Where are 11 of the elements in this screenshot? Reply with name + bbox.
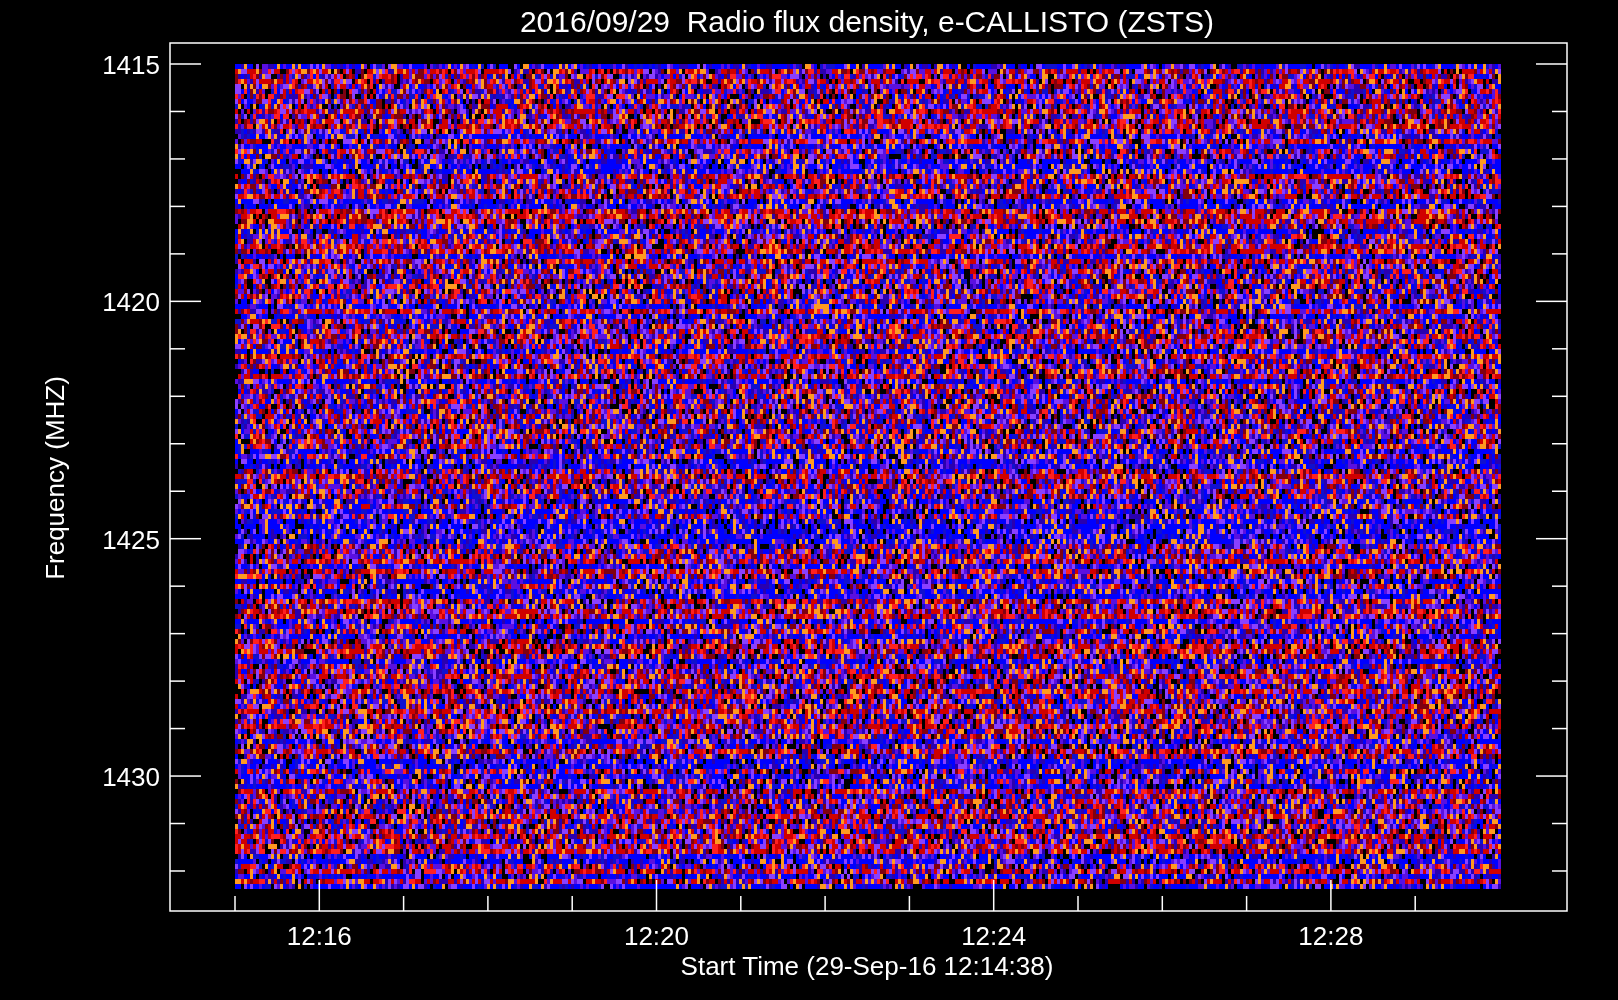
y-tick-label: 1415 [102, 50, 160, 80]
y-tick-label: 1425 [102, 524, 160, 555]
y-axis-label: Frequency (MHZ) [40, 376, 70, 580]
y-tick-label: 1430 [102, 762, 160, 793]
x-tick-label: 12:24 [961, 921, 1027, 951]
x-tick-label: 12:20 [623, 921, 690, 951]
plot-title: 2016/09/29 Radio flux density, e-CALLISTO (ZSTS) [519, 5, 1215, 38]
y-tick-label: 1420 [102, 287, 160, 318]
x-tick-label: 12:16 [286, 921, 352, 951]
x-tick-label: 12:28 [1298, 921, 1364, 951]
x-axis-label: Start Time (29-Sep-16 12:14:38) [680, 951, 1054, 981]
